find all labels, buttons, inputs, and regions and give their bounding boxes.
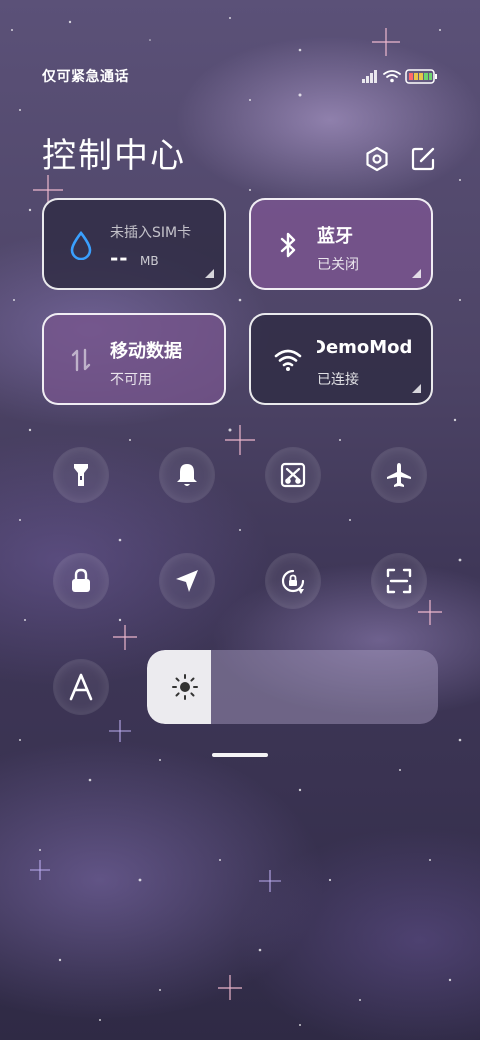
settings-icon[interactable] [364,146,390,172]
bluetooth-tile[interactable]: 蓝牙 已关闭 [249,198,433,290]
data-usage-unit: MB [140,254,159,268]
wifi-icon [274,349,302,371]
screenshot-toggle[interactable] [266,448,320,502]
expand-corner-icon [412,269,421,278]
wifi-tile[interactable]: DemoMod 已连接 [249,313,433,405]
signal-icon [362,70,377,83]
data-arrows-icon [71,348,91,372]
scan-icon [386,568,412,594]
wifi-status: 已连接 [317,372,359,388]
data-usage-value: -- [110,246,129,270]
airplane-icon [387,463,411,487]
water-drop-icon [70,230,92,260]
expand-corner-icon [412,384,421,393]
flashlight-icon [74,464,88,486]
lock-icon [72,568,90,592]
flashlight-toggle[interactable] [54,448,108,502]
edit-icon[interactable] [410,146,436,172]
airplane-mode-toggle[interactable] [372,448,426,502]
page-title: 控制中心 [42,136,186,176]
bluetooth-status: 已关闭 [317,257,359,273]
location-toggle[interactable] [160,554,214,608]
sun-icon [172,674,198,700]
mobile-data-tile[interactable]: 移动数据 不可用 [42,313,226,405]
data-usage-tile[interactable]: 未插入SIM卡 -- MB [42,198,226,290]
bluetooth-icon [280,232,296,258]
expand-corner-icon [205,269,214,278]
auto-brightness-toggle[interactable] [54,660,108,714]
rotation-lock-toggle[interactable] [266,554,320,608]
carrier-status-text: 仅可紧急通话 [42,69,129,85]
auto-brightness-icon [69,673,93,701]
data-usage-label: 未插入SIM卡 [110,225,192,241]
rotation-lock-icon [281,569,305,594]
mobile-data-status: 不可用 [110,372,152,388]
scanner-toggle[interactable] [372,554,426,608]
mobile-data-label: 移动数据 [110,341,182,362]
status-icons [362,69,437,84]
wifi-icon [383,70,401,78]
wifi-dot [390,78,394,83]
battery-icon [405,69,437,84]
brightness-slider[interactable] [147,650,438,724]
bell-icon [177,464,197,486]
lock-screen-toggle[interactable] [54,554,108,608]
location-arrow-icon [176,570,198,592]
home-indicator[interactable] [212,753,268,757]
scissors-screenshot-icon [280,462,306,488]
ringer-toggle[interactable] [160,448,214,502]
wifi-network-name: DemoMod [317,337,413,358]
status-bar: 仅可紧急通话 [42,66,438,86]
bluetooth-label: 蓝牙 [317,226,353,247]
